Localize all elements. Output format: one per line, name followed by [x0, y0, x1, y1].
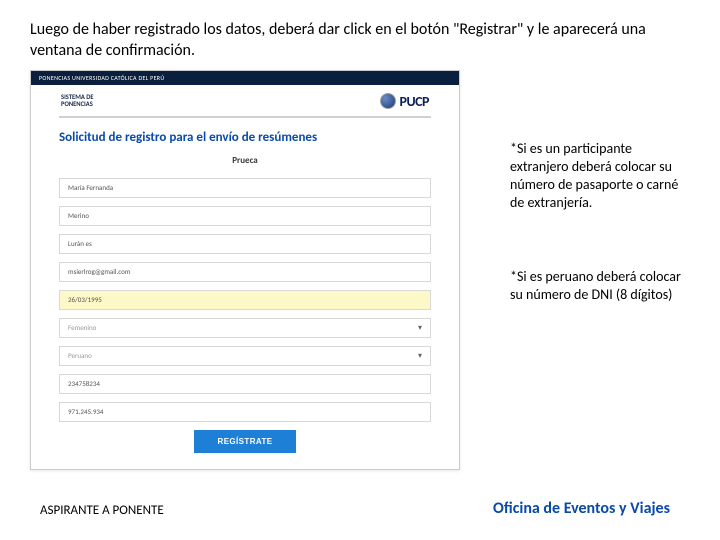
maternal-surname-field[interactable]: Lurán es: [59, 234, 431, 254]
field-value: Lurán es: [68, 239, 92, 248]
email-field[interactable]: msierlrog@gmail.com: [59, 262, 431, 282]
field-value: Merino: [68, 211, 89, 220]
embedded-screenshot: PONENCIAS UNIVERSIDAD CATÓLICA DEL PERÚ …: [30, 70, 460, 470]
chevron-down-icon: ▾: [418, 351, 422, 361]
browser-titlebar: PONENCIAS UNIVERSIDAD CATÓLICA DEL PERÚ: [31, 71, 459, 85]
register-button[interactable]: REGÍSTRATE: [194, 430, 297, 453]
pucp-text: PUCP: [400, 93, 429, 110]
pucp-seal-icon: [380, 93, 396, 109]
note-peruvian-dni: *Si es peruano deberá colocar su número …: [510, 268, 690, 304]
footer-role: ASPIRANTE A PONENTE: [40, 503, 164, 518]
field-value: 26/03/1995: [68, 295, 102, 304]
document-number-field[interactable]: 234758234: [59, 374, 431, 394]
field-value: María Fernanda: [68, 183, 113, 192]
paternal-surname-field[interactable]: Merino: [59, 206, 431, 226]
registration-form: Solicitud de registro para el envío de r…: [31, 118, 459, 469]
phone-field[interactable]: 971.245.934: [59, 402, 431, 422]
app-header: SISTEMA DE PONENCIAS PUCP: [31, 85, 459, 116]
gender-select[interactable]: Femenino ▾: [59, 318, 431, 338]
submit-wrap: REGÍSTRATE: [59, 430, 431, 453]
field-value: 234758234: [68, 379, 100, 388]
note-foreign-participant: *Si es un participante extranjero deberá…: [510, 140, 690, 212]
footer-office: Oficina de Eventos y Viajes: [493, 499, 670, 518]
chevron-down-icon: ▾: [418, 323, 422, 333]
form-subtitle: Prueca: [59, 155, 431, 166]
form-title: Solicitud de registro para el envío de r…: [59, 130, 431, 145]
pucp-logo: PUCP: [380, 93, 429, 110]
instruction-text: Luego de haber registrado los datos, deb…: [30, 20, 690, 62]
first-name-field[interactable]: María Fernanda: [59, 178, 431, 198]
field-value: 971.245.934: [68, 407, 103, 416]
field-placeholder: Femenino: [68, 323, 96, 332]
sistema-ponencias-label: SISTEMA DE PONENCIAS: [61, 94, 94, 108]
sistema-line2: PONENCIAS: [61, 101, 94, 108]
birthdate-field[interactable]: 26/03/1995: [59, 290, 431, 310]
field-placeholder: Peruano: [68, 351, 92, 360]
field-value: msierlrog@gmail.com: [68, 267, 130, 276]
nationality-select[interactable]: Peruano ▾: [59, 346, 431, 366]
